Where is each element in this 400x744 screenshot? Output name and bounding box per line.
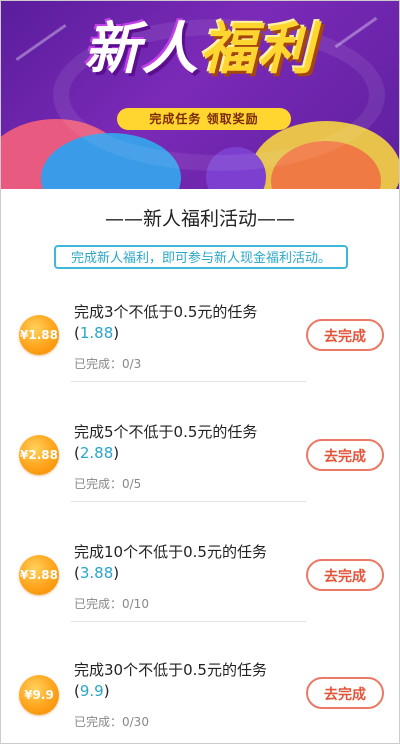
coin-badge: ¥3.88: [19, 555, 59, 595]
banner-subtitle: 完成任务 领取奖励: [117, 108, 291, 130]
task-amount: (1.88): [74, 324, 120, 342]
notice-box: 完成新人福利，即可参与新人现金福利活动。: [54, 245, 348, 269]
task-amount: (3.88): [74, 564, 120, 582]
task-amount-value: 2.88: [79, 444, 114, 462]
task-item: ¥9.9 完成30个不低于0.5元的任务 (9.9) 已完成：0/30 去完成: [1, 641, 399, 743]
go-complete-button[interactable]: 去完成: [306, 439, 384, 471]
coin-badge: ¥9.9: [19, 675, 59, 715]
task-title: 完成10个不低于0.5元的任务: [74, 543, 267, 561]
go-complete-button[interactable]: 去完成: [306, 559, 384, 591]
go-complete-button[interactable]: 去完成: [306, 319, 384, 351]
go-complete-button[interactable]: 去完成: [306, 677, 384, 709]
banner-title-yellow: 福利: [200, 16, 316, 82]
coin-badge: ¥2.88: [19, 435, 59, 475]
task-progress: 已完成：0/10: [74, 597, 149, 611]
task-title: 完成3个不低于0.5元的任务: [74, 303, 258, 321]
task-item: ¥1.88 完成3个不低于0.5元的任务 (1.88) 已完成：0/3 去完成: [1, 281, 399, 401]
divider: [71, 501, 306, 502]
task-progress: 已完成：0/5: [74, 477, 142, 491]
page: 新人福利 完成任务 领取奖励 ——新人福利活动—— 完成新人福利，即可参与新人现…: [0, 0, 400, 744]
task-title: 完成5个不低于0.5元的任务: [74, 423, 258, 441]
banner-title-white: 新人: [84, 16, 200, 82]
task-amount: (9.9): [74, 682, 110, 700]
divider: [71, 621, 306, 622]
task-amount: (2.88): [74, 444, 120, 462]
task-amount-value: 1.88: [79, 324, 114, 342]
divider: [71, 381, 306, 382]
section-title: ——新人福利活动——: [104, 208, 295, 230]
banner-title: 新人福利: [1, 11, 399, 87]
task-amount-value: 3.88: [79, 564, 114, 582]
task-amount-value: 9.9: [79, 682, 104, 700]
task-item: ¥2.88 完成5个不低于0.5元的任务 (2.88) 已完成：0/5 去完成: [1, 401, 399, 521]
task-progress: 已完成：0/30: [74, 715, 149, 729]
task-progress: 已完成：0/3: [74, 357, 142, 371]
coin-badge: ¥1.88: [19, 315, 59, 355]
task-title: 完成30个不低于0.5元的任务: [74, 661, 267, 679]
task-item: ¥3.88 完成10个不低于0.5元的任务 (3.88) 已完成：0/10 去完…: [1, 521, 399, 641]
promo-banner[interactable]: 新人福利 完成任务 领取奖励: [1, 1, 399, 189]
